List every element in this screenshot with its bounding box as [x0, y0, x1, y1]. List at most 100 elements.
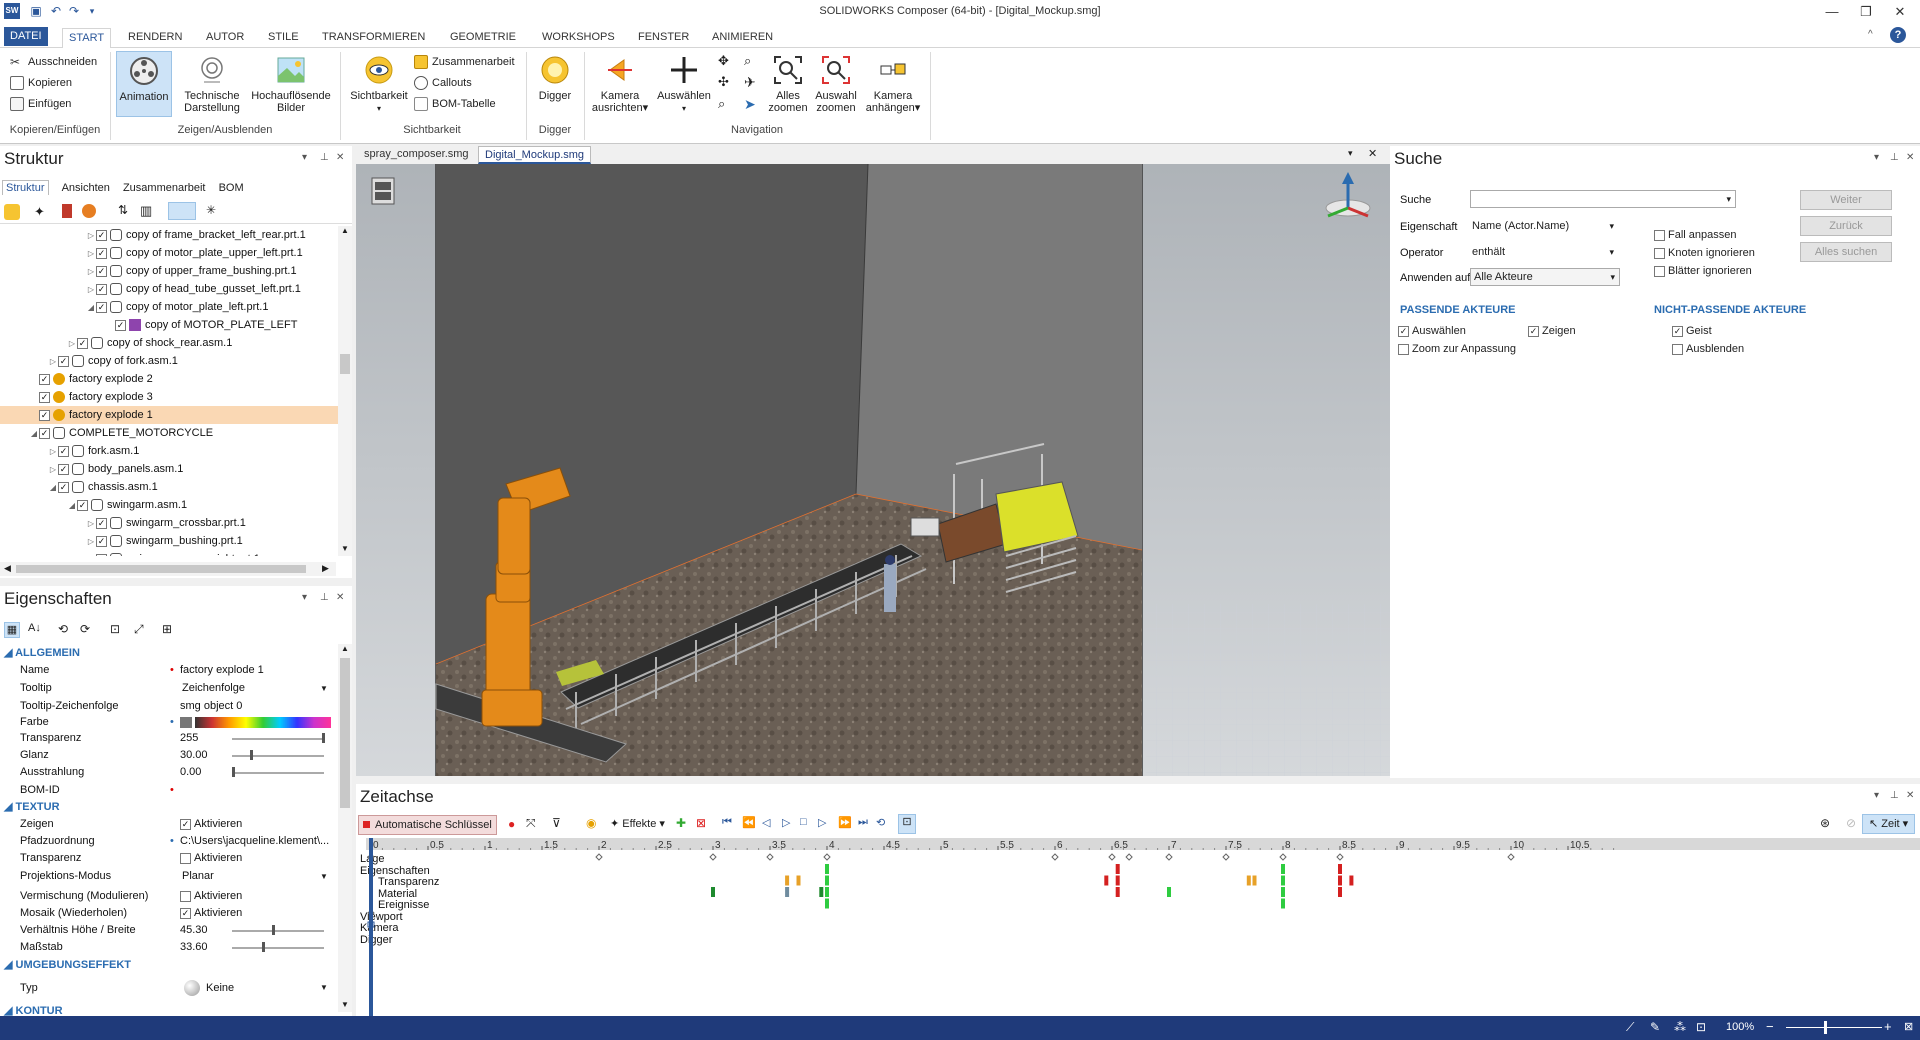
matching-zoom-checkbox[interactable]	[1398, 343, 1409, 355]
property-keyframe[interactable]	[825, 887, 829, 897]
remove-keys-icon[interactable]: ⊠	[696, 816, 706, 830]
tree-item[interactable]: ▷ ✓ copy of head_tube_gusset_left.prt.1	[0, 280, 338, 298]
effects-button[interactable]: ✦ Effekte ▾	[610, 817, 665, 830]
tab-autor[interactable]: AUTOR	[200, 28, 250, 48]
tree-item[interactable]: ◢ ✓ chassis.asm.1	[0, 478, 338, 496]
pin-icon[interactable]: ⊥	[1890, 152, 1899, 163]
add-keys-icon[interactable]: ✚	[676, 816, 686, 830]
matching-select-checkbox[interactable]: ✓	[1398, 325, 1409, 337]
cut-button[interactable]: ✂ Ausschneiden	[10, 53, 97, 71]
tree-item[interactable]: ✓ copy of MOTOR_PLATE_LEFT	[0, 316, 338, 334]
property-keyframe[interactable]	[796, 875, 801, 886]
auto-key-button[interactable]: Automatische Schlüssel	[358, 815, 497, 835]
visibility-checkbox[interactable]: ✓	[39, 427, 50, 439]
columns-icon[interactable]: ▥	[140, 203, 152, 219]
transparency-slider[interactable]	[232, 738, 324, 740]
visibility-checkbox[interactable]: ✓	[96, 553, 107, 556]
section-environment[interactable]: ◢ UMGEBUNGSEFFEKT	[4, 958, 131, 971]
visibility-checkbox[interactable]: ✓	[96, 247, 107, 259]
visibility-checkbox[interactable]: ✓	[39, 373, 50, 385]
zoom-slider[interactable]	[1786, 1027, 1882, 1028]
panel-menu-icon[interactable]: ▾	[1874, 790, 1879, 801]
prop-type[interactable]: Typ Keine ▼	[0, 977, 332, 999]
property-keyframe[interactable]	[825, 898, 829, 909]
tree-item[interactable]: ▷ ✓ swingarm_crossbar.prt.1	[0, 514, 338, 532]
tree-item[interactable]: ◢ ✓ COMPLETE_MOTORCYCLE	[0, 424, 338, 442]
pick-icon[interactable]: ⤢	[134, 622, 144, 637]
prop-blend[interactable]: Vermischung (Modulieren) Aktivieren	[0, 888, 332, 905]
tree-item[interactable]: ▷ ✓ copy of upper_frame_bushing.prt.1	[0, 262, 338, 280]
visibility-checkbox[interactable]: ✓	[39, 391, 50, 403]
matching-show-checkbox[interactable]: ✓	[1528, 325, 1539, 337]
tree-item[interactable]: ▷ ✓ copy of motor_plate_upper_left.prt.1	[0, 244, 338, 262]
tab-rendern[interactable]: RENDERN	[122, 28, 188, 48]
pin-icon[interactable]: ⊥	[320, 152, 329, 163]
close-panel-icon[interactable]: ✕	[336, 592, 344, 603]
tree-item[interactable]: ✓ factory explode 3	[0, 388, 338, 406]
match-case-checkbox[interactable]	[1654, 229, 1665, 241]
expand-toggle-icon[interactable]: ▷	[48, 461, 58, 479]
apply-icon[interactable]: ⊞	[162, 622, 172, 636]
loop-icon[interactable]: ⟲	[876, 816, 885, 829]
property-keyframe[interactable]	[1115, 887, 1120, 897]
expand-toggle-icon[interactable]: ▷	[86, 281, 96, 299]
expand-toggle-icon[interactable]: ◢	[48, 479, 58, 497]
properties-vscroll-thumb[interactable]	[340, 658, 350, 808]
prop-tooltip[interactable]: Tooltip Zeichenfolge ▼	[0, 680, 332, 697]
expand-toggle-icon[interactable]: ▷	[86, 515, 96, 533]
mosaic-checkbox[interactable]: ✓	[180, 907, 191, 919]
visibility-checkbox[interactable]: ✓	[96, 283, 107, 295]
zoom-in-icon[interactable]: +	[1884, 1019, 1892, 1034]
reset-icon[interactable]: ⊡	[110, 622, 120, 636]
expand-toggle-icon[interactable]: ◢	[29, 425, 39, 443]
expand-toggle-icon[interactable]: ▷	[86, 245, 96, 263]
step-back-icon[interactable]: ◁	[762, 816, 770, 829]
property-keyframe[interactable]	[825, 875, 829, 886]
property-keyframe[interactable]	[1349, 875, 1354, 886]
zoom-out-icon[interactable]: −	[1766, 1019, 1774, 1034]
move-keys-icon[interactable]: ⤧	[526, 816, 536, 831]
actor-tool-icon[interactable]: ✦	[34, 204, 45, 220]
expand-toggle-icon[interactable]: ▷	[48, 353, 58, 371]
close-panel-icon[interactable]: ✕	[1906, 790, 1914, 801]
show-checkbox[interactable]: ✓	[180, 818, 191, 830]
close-panel-icon[interactable]: ✕	[336, 152, 344, 163]
expand-toggle-icon[interactable]: ▷	[86, 227, 96, 245]
emission-slider[interactable]	[232, 772, 324, 774]
back-button[interactable]: Zurück	[1800, 216, 1892, 236]
move-icon[interactable]: ✣	[718, 74, 729, 90]
gloss-slider[interactable]	[232, 755, 324, 757]
attach-camera-button[interactable]: Kamera anhängen▾	[860, 54, 926, 114]
match-case-option[interactable]: Fall anpassen	[1654, 226, 1737, 244]
visibility-checkbox[interactable]: ✓	[58, 481, 69, 493]
matching-zoom-option[interactable]: Zoom zur Anpassung	[1398, 340, 1516, 358]
color-palette[interactable]	[195, 717, 331, 728]
tab-transformieren[interactable]: TRANSFORMIEREN	[316, 28, 431, 48]
fly-icon[interactable]: ✈	[744, 74, 756, 91]
property-keyframe[interactable]	[1338, 875, 1342, 886]
ignore-leaves-option[interactable]: Blätter ignorieren	[1654, 262, 1752, 280]
tab-bom[interactable]: BOM	[219, 182, 244, 194]
collapse-icon[interactable]: ⟳	[80, 622, 90, 636]
tab-datei[interactable]: DATEI	[4, 27, 48, 46]
track-label[interactable]: Digger	[360, 934, 393, 946]
ruler-icon[interactable]: ⟋	[1626, 1020, 1634, 1035]
prop-texture-transparency[interactable]: Transparenz Aktivieren	[0, 850, 332, 867]
prop-ratio[interactable]: Verhältnis Höhe / Breite 45.30	[0, 922, 332, 939]
pin-icon[interactable]: ⊥	[1890, 790, 1899, 801]
ignore-leaves-checkbox[interactable]	[1654, 265, 1665, 277]
previous-key-icon[interactable]: ⏪	[742, 816, 756, 829]
zoom-icon[interactable]: ⌕	[718, 96, 725, 112]
expand-toggle-icon[interactable]: ▷	[86, 263, 96, 281]
prop-bom-id[interactable]: BOM-ID •	[0, 782, 332, 799]
zoom-timeline-icon[interactable]: ⊛	[1820, 816, 1830, 830]
alphabetical-icon[interactable]: A↓	[28, 622, 41, 634]
zoom-selection-button[interactable]: Auswahl zoomen	[812, 54, 860, 114]
property-keyframe[interactable]	[1246, 875, 1251, 886]
panel-menu-icon[interactable]: ▾	[302, 152, 307, 163]
expand-toggle-icon[interactable]: ▷	[67, 335, 77, 353]
find-all-button[interactable]: Alles suchen	[1800, 242, 1892, 262]
tab-geometrie[interactable]: GEOMETRIE	[444, 28, 522, 48]
property-keyframe[interactable]	[1115, 864, 1120, 874]
section-contour[interactable]: ◢ KONTUR	[4, 1004, 63, 1016]
